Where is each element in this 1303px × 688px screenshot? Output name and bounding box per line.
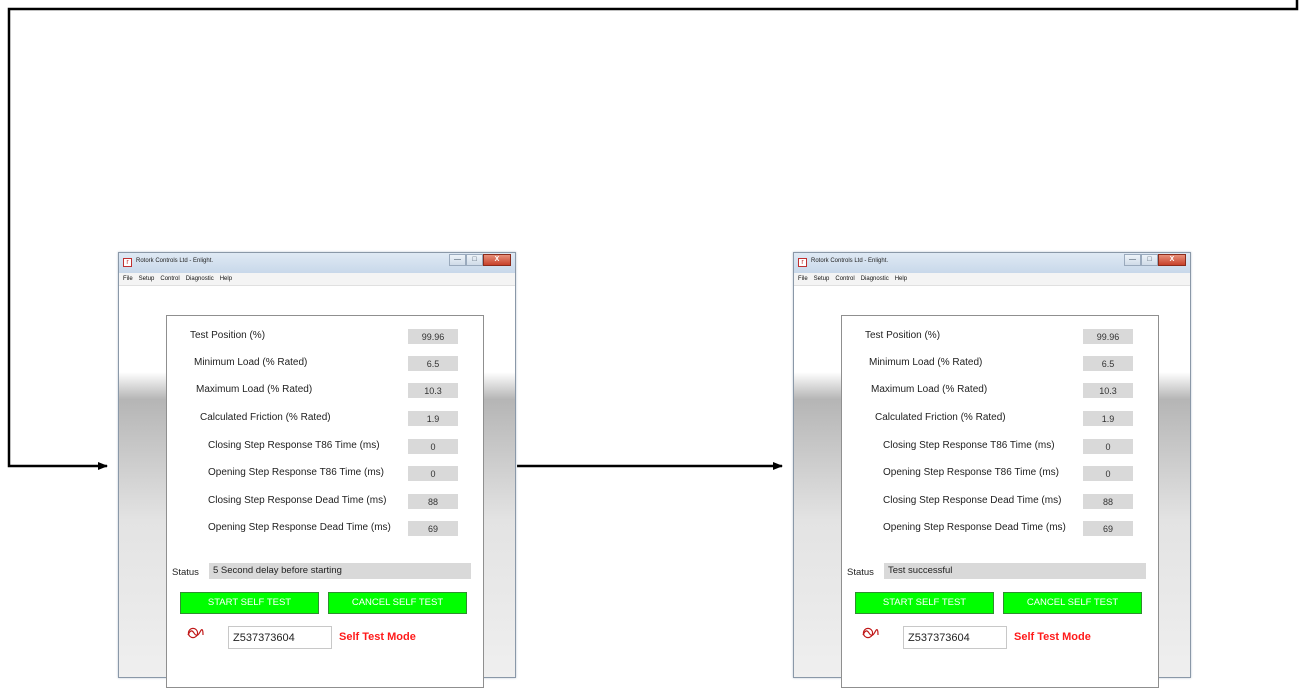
close-icon[interactable]: X [1158,254,1186,266]
field-opening-t86: Opening Step Response T86 Time (ms) 0 [167,466,483,482]
menu-diagnostic[interactable]: Diagnostic [186,276,214,282]
field-maximum-load: Maximum Load (% Rated) 10.3 [842,383,1158,399]
field-label: Opening Step Response Dead Time (ms) [208,522,391,533]
field-label: Maximum Load (% Rated) [196,384,313,395]
field-label: Maximum Load (% Rated) [871,384,988,395]
field-value: 0 [408,439,458,454]
field-label: Minimum Load (% Rated) [194,357,308,368]
app-icon: r [123,258,132,267]
window-title: Rotork Controls Ltd - Enlight. [811,258,889,264]
app-icon: r [798,258,807,267]
enlight-window-delay: r Rotork Controls Ltd - Enlight. — □ X F… [118,252,516,688]
field-label: Closing Step Response T86 Time (ms) [208,440,380,451]
minimize-icon[interactable]: — [449,254,466,266]
field-value: 69 [408,521,458,536]
close-icon[interactable]: X [483,254,511,266]
client-area: Test Position (%) 99.96 Minimum Load (% … [794,286,1190,688]
status-text: 5 Second delay before starting [209,563,471,579]
title-bar[interactable]: r Rotork Controls Ltd - Enlight. — □ X [119,253,515,274]
title-bar[interactable]: r Rotork Controls Ltd - Enlight. — □ X [794,253,1190,274]
field-label: Opening Step Response Dead Time (ms) [883,522,1066,533]
menu-setup[interactable]: Setup [139,276,155,282]
self-test-panel: Test Position (%) 99.96 Minimum Load (% … [841,315,1159,688]
field-value: 0 [408,466,458,481]
menu-control[interactable]: Control [160,276,179,282]
menu-setup[interactable]: Setup [814,276,830,282]
field-closing-t86: Closing Step Response T86 Time (ms) 0 [842,439,1158,455]
menu-bar: File Setup Control Diagnostic Help [794,273,1190,286]
field-opening-t86: Opening Step Response T86 Time (ms) 0 [842,466,1158,482]
window-title: Rotork Controls Ltd - Enlight. [136,258,214,264]
field-value: 88 [408,494,458,509]
menu-file[interactable]: File [123,276,133,282]
field-calculated-friction: Calculated Friction (% Rated) 1.9 [167,411,483,427]
field-value: 1.9 [1083,411,1133,426]
menu-help[interactable]: Help [220,276,232,282]
field-value: 99.96 [1083,329,1133,344]
cancel-self-test-button[interactable]: CANCEL SELF TEST [328,592,467,614]
field-closing-dead-time: Closing Step Response Dead Time (ms) 88 [842,494,1158,510]
field-label: Closing Step Response Dead Time (ms) [208,495,387,506]
window-controls: — □ X [1124,254,1186,267]
mode-indicator: Self Test Mode [1014,631,1091,643]
field-label: Closing Step Response Dead Time (ms) [883,495,1062,506]
field-test-position: Test Position (%) 99.96 [167,329,483,345]
field-value: 1.9 [408,411,458,426]
field-value: 69 [1083,521,1133,536]
status-label: Status [172,567,199,578]
field-opening-dead-time: Opening Step Response Dead Time (ms) 69 [842,521,1158,537]
menu-help[interactable]: Help [895,276,907,282]
field-calculated-friction: Calculated Friction (% Rated) 1.9 [842,411,1158,427]
field-label: Calculated Friction (% Rated) [200,412,331,423]
field-value: 99.96 [408,329,458,344]
field-minimum-load: Minimum Load (% Rated) 6.5 [167,356,483,372]
field-value: 6.5 [408,356,458,371]
field-label: Minimum Load (% Rated) [869,357,983,368]
menu-bar: File Setup Control Diagnostic Help [119,273,515,286]
start-self-test-button[interactable]: START SELF TEST [180,592,319,614]
field-value: 6.5 [1083,356,1133,371]
field-label: Calculated Friction (% Rated) [875,412,1006,423]
serial-number-field: Z537373604 [228,626,332,649]
status-label: Status [847,567,874,578]
field-minimum-load: Minimum Load (% Rated) 6.5 [842,356,1158,372]
field-label: Test Position (%) [190,330,266,341]
rotork-wave-icon [862,627,879,639]
start-self-test-button[interactable]: START SELF TEST [855,592,994,614]
cancel-self-test-button[interactable]: CANCEL SELF TEST [1003,592,1142,614]
field-opening-dead-time: Opening Step Response Dead Time (ms) 69 [167,521,483,537]
maximize-icon[interactable]: □ [466,254,483,266]
enlight-window-success: r Rotork Controls Ltd - Enlight. — □ X F… [793,252,1191,688]
rotork-wave-icon [187,627,204,639]
field-maximum-load: Maximum Load (% Rated) 10.3 [167,383,483,399]
self-test-panel: Test Position (%) 99.96 Minimum Load (% … [166,315,484,688]
field-label: Closing Step Response T86 Time (ms) [883,440,1055,451]
field-test-position: Test Position (%) 99.96 [842,329,1158,345]
field-value: 88 [1083,494,1133,509]
field-closing-dead-time: Closing Step Response Dead Time (ms) 88 [167,494,483,510]
status-text: Test successful [884,563,1146,579]
field-label: Opening Step Response T86 Time (ms) [208,467,385,478]
field-value: 10.3 [1083,383,1133,398]
field-value: 0 [1083,439,1133,454]
field-label: Opening Step Response T86 Time (ms) [883,467,1060,478]
menu-file[interactable]: File [798,276,808,282]
menu-diagnostic[interactable]: Diagnostic [861,276,889,282]
mode-indicator: Self Test Mode [339,631,416,643]
maximize-icon[interactable]: □ [1141,254,1158,266]
serial-number-field: Z537373604 [903,626,1007,649]
menu-control[interactable]: Control [835,276,854,282]
field-value: 0 [1083,466,1133,481]
client-area: Test Position (%) 99.96 Minimum Load (% … [119,286,515,688]
window-controls: — □ X [449,254,511,267]
field-closing-t86: Closing Step Response T86 Time (ms) 0 [167,439,483,455]
field-label: Test Position (%) [865,330,941,341]
minimize-icon[interactable]: — [1124,254,1141,266]
field-value: 10.3 [408,383,458,398]
